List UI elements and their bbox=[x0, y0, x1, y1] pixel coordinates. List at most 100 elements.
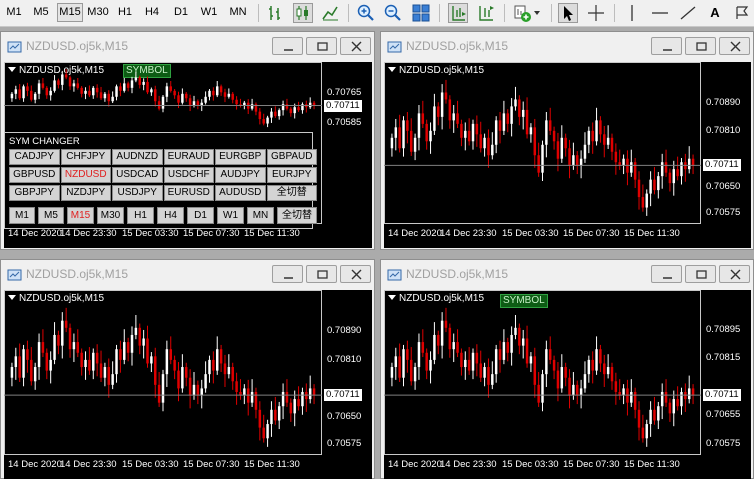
candle-body bbox=[579, 388, 583, 396]
symbol-button-cadjpy[interactable]: CADJPY bbox=[9, 149, 60, 165]
symbol-button-usdcad[interactable]: USDCAD bbox=[112, 167, 163, 183]
candle-body bbox=[417, 113, 421, 138]
candle-body bbox=[606, 137, 610, 145]
symbol-button-gbpjpy[interactable]: GBPJPY bbox=[9, 185, 60, 201]
symbol-button-全切替[interactable]: 全切替 bbox=[266, 185, 317, 201]
candle-body bbox=[219, 349, 223, 364]
zoom-in-icon[interactable] bbox=[356, 3, 376, 23]
close-button[interactable] bbox=[340, 265, 371, 283]
restore-button[interactable] bbox=[306, 37, 337, 55]
trendline-icon[interactable] bbox=[678, 3, 698, 23]
panel-timeframe-5-button[interactable]: H4 bbox=[157, 207, 184, 224]
price-chart[interactable]: NZDUSD.oj5k,M15 0.70890 0.70810 0.70650 0.70… bbox=[4, 290, 372, 479]
candle-body bbox=[111, 96, 114, 102]
symbol-button-eurgbp[interactable]: EURGBP bbox=[215, 149, 266, 165]
panel-timeframe-4-button[interactable]: H1 bbox=[127, 207, 154, 224]
window-titlebar[interactable]: NZDUSD.oj5k,M15 bbox=[1, 32, 374, 62]
close-button[interactable] bbox=[719, 265, 750, 283]
candle-body bbox=[212, 90, 215, 96]
candle-body bbox=[103, 93, 107, 99]
minimize-button[interactable] bbox=[272, 37, 303, 55]
text-tool-icon[interactable]: A bbox=[705, 3, 725, 23]
panel-timeframe-6-button[interactable]: D1 bbox=[187, 207, 214, 224]
zoom-out-icon[interactable] bbox=[383, 3, 403, 23]
symbol-button-gbpaud[interactable]: GBPAUD bbox=[266, 149, 317, 165]
timeframe-m1-button[interactable]: M1 bbox=[4, 3, 24, 22]
indicators-dropdown-icon[interactable] bbox=[512, 3, 542, 23]
panel-timeframe-0-button[interactable]: M1 bbox=[9, 207, 35, 224]
panel-timeframe-9-button[interactable]: 全切替 bbox=[277, 207, 317, 224]
restore-button[interactable] bbox=[685, 265, 716, 283]
vertical-line-icon[interactable] bbox=[622, 3, 642, 23]
auto-scroll-icon[interactable] bbox=[476, 3, 496, 23]
window-titlebar[interactable]: NZDUSD.oj5k,M15 bbox=[1, 260, 374, 290]
candle-body bbox=[487, 137, 490, 156]
sym-changer-panel: SYM CHANGER CADJPY CHFJPY AUDNZD EURAUD EURGB… bbox=[4, 132, 317, 229]
chart-shift-icon[interactable] bbox=[448, 3, 468, 23]
symbol-button-usdchf[interactable]: USDCHF bbox=[163, 167, 214, 183]
price-chart[interactable]: NZDUSD.oj5k,M15 0.70890 0.70810 0.70650 0.70… bbox=[384, 62, 751, 248]
symbol-button-gbpusd[interactable]: GBPUSD bbox=[9, 167, 60, 183]
candlestick-chart-icon[interactable] bbox=[293, 3, 313, 23]
time-scale-label: 15 Dec 11:30 bbox=[624, 459, 680, 470]
candle-body bbox=[146, 81, 149, 93]
timeframe-w1-button[interactable]: W1 bbox=[199, 3, 219, 22]
bar-chart-icon[interactable] bbox=[266, 3, 286, 23]
panel-timeframe-1-button[interactable]: M5 bbox=[38, 207, 64, 224]
symbol-button-eurusd[interactable]: EURUSD bbox=[163, 185, 214, 201]
symbol-button-usdjpy[interactable]: USDJPY bbox=[112, 185, 163, 201]
horizontal-line-icon[interactable] bbox=[650, 3, 670, 23]
timeframe-h1-button[interactable]: H1 bbox=[116, 3, 134, 22]
candle-body bbox=[641, 427, 645, 439]
price-scale-label: 0.70650 bbox=[327, 410, 362, 422]
panel-timeframe-2-button[interactable]: M15 bbox=[67, 207, 94, 224]
candle-body bbox=[433, 334, 436, 360]
price-chart[interactable]: NZDUSD.oj5k,M15 SYMBOL 0.70895 0.70815 0.706… bbox=[384, 290, 751, 479]
cursor-icon[interactable] bbox=[558, 3, 578, 23]
window-titlebar[interactable]: NZDUSD.oj5k,M15 bbox=[381, 32, 753, 62]
window-title: NZDUSD.oj5k,M15 bbox=[26, 39, 129, 53]
timeframe-m30-button[interactable]: M30 bbox=[86, 3, 110, 22]
timeframe-d1-button[interactable]: D1 bbox=[171, 3, 191, 22]
candle-body bbox=[266, 424, 269, 439]
restore-button[interactable] bbox=[685, 37, 716, 55]
crosshair-icon[interactable] bbox=[586, 3, 606, 23]
candle-body bbox=[169, 86, 172, 91]
symbol-button-nzdusd[interactable]: NZDUSD bbox=[60, 167, 111, 183]
candle-body bbox=[33, 93, 37, 100]
panel-timeframe-8-button[interactable]: MN bbox=[247, 207, 274, 224]
panel-timeframe-7-button[interactable]: W1 bbox=[217, 207, 244, 224]
symbol-button-audjpy[interactable]: AUDJPY bbox=[215, 167, 266, 183]
candle-body bbox=[14, 89, 18, 94]
symbol-button-euraud[interactable]: EURAUD bbox=[163, 149, 214, 165]
window-titlebar[interactable]: NZDUSD.oj5k,M15 bbox=[381, 260, 753, 290]
minimize-button[interactable] bbox=[651, 37, 682, 55]
candle-body bbox=[409, 359, 413, 382]
close-button[interactable] bbox=[340, 37, 371, 55]
symbol-button-audnzd[interactable]: AUDNZD bbox=[112, 149, 163, 165]
tile-windows-icon[interactable] bbox=[411, 3, 431, 23]
line-chart-icon[interactable] bbox=[320, 3, 340, 23]
candle-body bbox=[660, 391, 664, 407]
panel-timeframe-3-button[interactable]: M30 bbox=[97, 207, 124, 224]
chart-window-icon bbox=[387, 268, 403, 282]
timeframe-h4-button[interactable]: H4 bbox=[142, 3, 162, 22]
symbol-button-audusd[interactable]: AUDUSD bbox=[215, 185, 266, 201]
candle-body bbox=[154, 89, 157, 102]
candle-body bbox=[587, 130, 591, 145]
candle-body bbox=[672, 169, 676, 184]
timeframe-mn-button[interactable]: MN bbox=[227, 3, 249, 22]
minimize-button[interactable] bbox=[272, 265, 303, 283]
candle-body bbox=[57, 80, 60, 85]
symbol-button-nzdjpy[interactable]: NZDJPY bbox=[60, 185, 111, 201]
minimize-button[interactable] bbox=[651, 265, 682, 283]
candle-body bbox=[219, 86, 223, 93]
symbol-button-eurjpy[interactable]: EURJPY bbox=[266, 167, 317, 183]
timeframe-m5-button[interactable]: M5 bbox=[30, 3, 52, 22]
timeframe-m15-button[interactable]: M15 bbox=[57, 3, 83, 22]
label-tool-icon[interactable] bbox=[733, 3, 753, 23]
candle-body bbox=[606, 367, 610, 375]
symbol-button-chfjpy[interactable]: CHFJPY bbox=[60, 149, 111, 165]
restore-button[interactable] bbox=[306, 265, 337, 283]
close-button[interactable] bbox=[719, 37, 750, 55]
